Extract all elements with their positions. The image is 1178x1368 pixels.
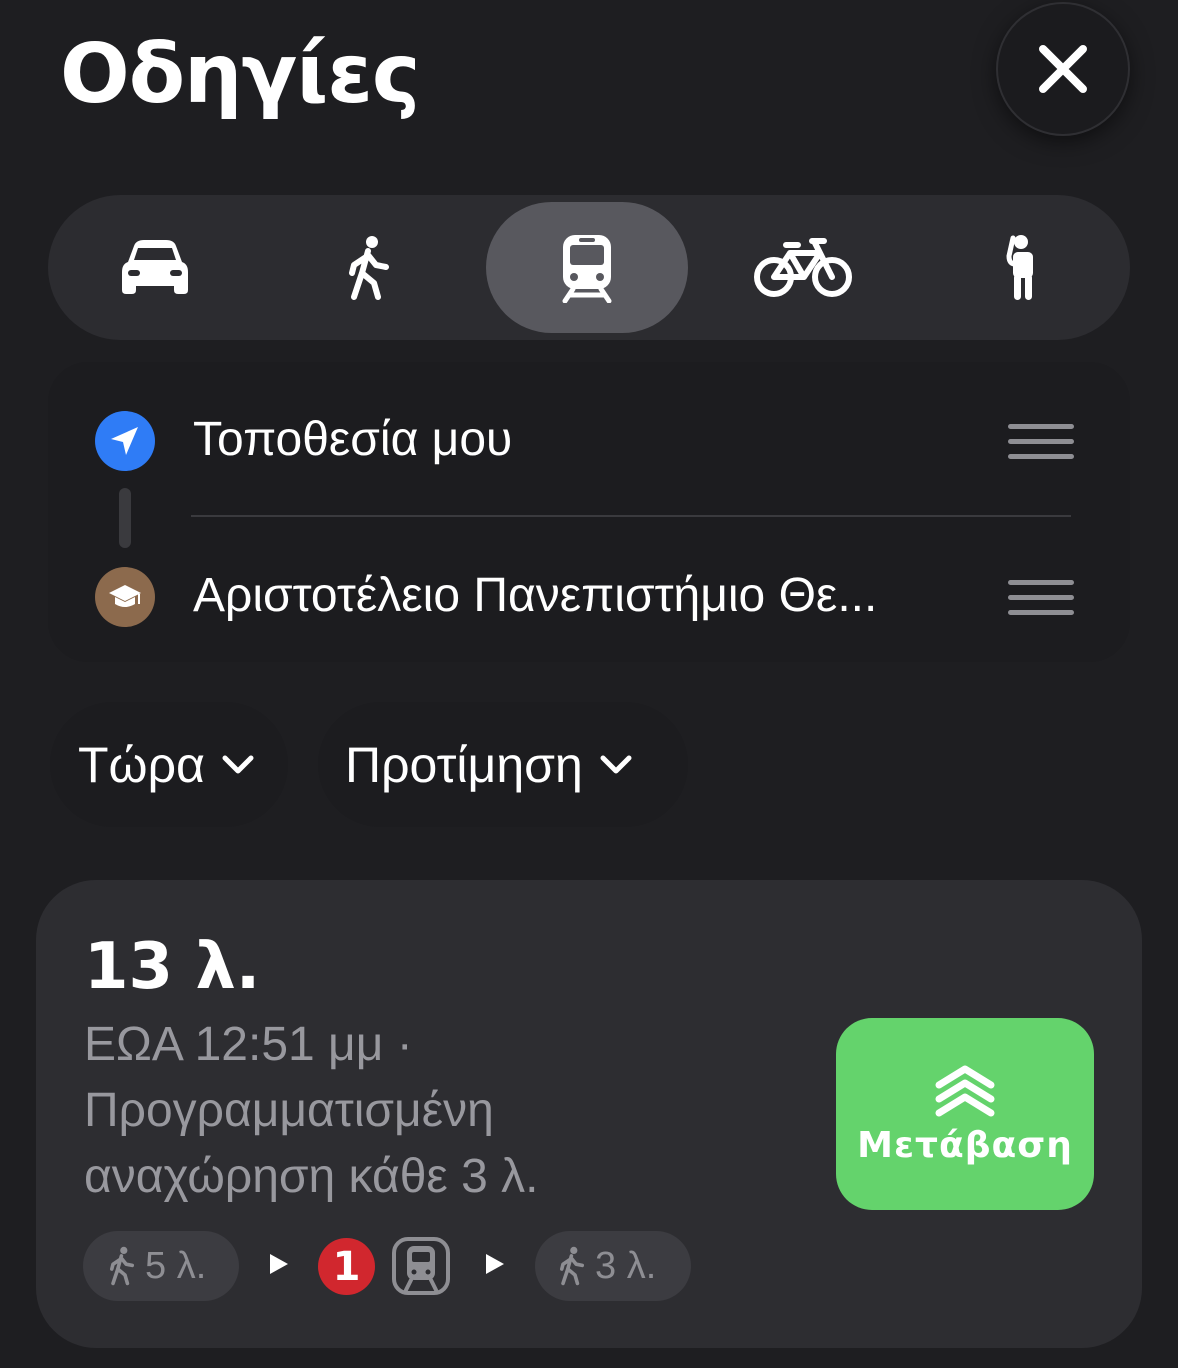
- train-icon: [562, 234, 612, 303]
- mode-transit[interactable]: [486, 202, 688, 333]
- bicycle-icon: [754, 237, 852, 297]
- time-option-button[interactable]: Τώρα: [50, 702, 288, 827]
- mode-driving[interactable]: [54, 202, 256, 333]
- eta-text: ΕΩΑ 12:51 μμ ·: [84, 1018, 413, 1071]
- go-button[interactable]: Μετάβαση: [836, 1018, 1094, 1210]
- origin-field[interactable]: Τοποθεσία μου: [193, 412, 512, 467]
- mode-walking[interactable]: [268, 202, 470, 333]
- car-icon: [122, 239, 188, 294]
- transport-mode-selector: [48, 195, 1130, 340]
- go-button-label: Μετάβαση: [857, 1124, 1073, 1166]
- transit-line-badge: 1: [318, 1238, 375, 1295]
- walk-end-duration: 3 λ.: [595, 1244, 657, 1287]
- destination-field[interactable]: Αριστοτέλειο Πανεπιστήμιο Θε...: [193, 568, 877, 623]
- walk-step-start: 5 λ.: [83, 1231, 239, 1301]
- route-connector: [119, 488, 131, 548]
- reorder-handle-origin[interactable]: [1008, 424, 1074, 469]
- walk-start-duration: 5 λ.: [145, 1244, 207, 1287]
- preference-option-button[interactable]: Προτίμηση: [318, 702, 688, 827]
- rideshare-icon: [1006, 234, 1033, 300]
- time-option-label: Τώρα: [78, 736, 205, 793]
- destination-pin: [95, 567, 155, 627]
- graduation-cap-icon: [109, 585, 141, 607]
- mode-cycling[interactable]: [702, 202, 904, 333]
- schedule-text-line2: αναχώρηση κάθε 3 λ.: [84, 1150, 539, 1203]
- route-details: ΕΩΑ 12:51 μμ · Προγραμματισμένη αναχώρησ…: [84, 1012, 784, 1210]
- walk-icon: [560, 1246, 584, 1286]
- route-duration: 13 λ.: [84, 930, 261, 1004]
- close-button[interactable]: [998, 4, 1128, 134]
- step-arrow-icon: [486, 1254, 504, 1274]
- chevrons-up-icon: [935, 1065, 995, 1116]
- close-icon: [1039, 45, 1087, 93]
- origin-pin: [95, 411, 155, 471]
- preference-option-label: Προτίμηση: [345, 736, 583, 793]
- walk-icon: [349, 235, 389, 300]
- train-icon: [392, 1237, 450, 1295]
- mode-rideshare[interactable]: [920, 202, 1122, 333]
- walk-icon: [110, 1246, 134, 1286]
- chevron-down-icon: [600, 755, 632, 773]
- schedule-text-line1: Προγραμματισμένη: [84, 1084, 494, 1137]
- reorder-handle-destination[interactable]: [1008, 580, 1074, 625]
- page-title: Οδηγίες: [60, 27, 420, 122]
- step-arrow-icon: [270, 1254, 288, 1274]
- route-divider: [191, 515, 1071, 517]
- location-arrow-icon: [111, 427, 138, 455]
- walk-step-end: 3 λ.: [535, 1231, 691, 1301]
- chevron-down-icon: [222, 755, 254, 773]
